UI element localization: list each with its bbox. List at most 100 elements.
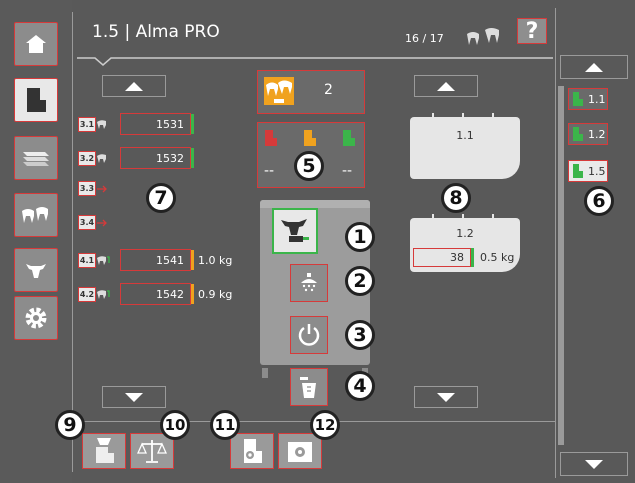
station-card[interactable]: 1.1 [410,113,520,179]
station-label: 1.1 [456,129,474,142]
cow-icon [97,256,110,265]
status-bar [191,114,194,134]
stalls-scroll-down[interactable] [102,386,166,408]
list-item[interactable]: 1.2 [568,123,608,145]
status-bar [191,250,194,270]
page-counter: 16 / 17 [405,32,444,45]
kg-feeder-icon [96,438,114,463]
station-ticks [410,113,520,118]
shower-icon [301,273,317,292]
help-button[interactable]: ? [517,18,547,44]
stack-button[interactable] [14,136,58,180]
stall-value: 1532 [120,147,191,169]
list-item[interactable]: 3.2 1532 [78,147,194,169]
feeder-button[interactable] [14,78,58,122]
shower-button[interactable] [290,264,328,302]
list-item-selected[interactable]: 1.5 [568,160,608,182]
callout-2: 2 [345,266,375,296]
list-item[interactable]: 3.4 [78,215,108,230]
stall-tag: 3.3 [78,181,96,196]
sidebar-divider [72,12,73,472]
cow-icon [97,154,106,163]
settings-button[interactable] [14,296,58,340]
feeding-count: 2 [324,82,333,98]
cow-button[interactable] [14,248,58,292]
list-scroll-down[interactable] [560,452,628,476]
stall-tag: 3.4 [78,215,96,230]
herd-button[interactable] [14,193,58,237]
machine-leg [262,368,268,378]
header-underline [77,57,553,66]
herd-feed-icon [264,77,294,105]
list-item[interactable]: 1.1 [568,88,608,110]
feeder-gear-icon [244,439,262,463]
feeding-mode-button[interactable] [272,208,318,254]
callout-5: 5 [294,151,324,181]
page-title: 1.5 | Alma PRO [92,22,220,42]
list-scrollbar[interactable] [558,86,564,445]
station-card[interactable]: 1.2 38 0.5 kg [410,214,520,272]
list-item[interactable]: 3.1 1531 [78,113,194,135]
callout-8: 8 [441,183,471,213]
callout-4: 4 [345,371,375,401]
status-dash-left: -- [264,163,275,179]
station-settings-button[interactable] [278,433,322,469]
feeder-red-icon [265,130,277,146]
stations-scroll-up[interactable] [414,75,478,97]
stall-tag: 3.1 [78,116,96,132]
callout-12: 12 [310,410,340,440]
status-bar [191,284,194,304]
list-item-label: 1.5 [588,164,606,178]
cow-icon [26,264,46,278]
callout-9: 9 [55,410,85,440]
measuring-cup-icon [300,377,316,398]
stations-scroll-down[interactable] [414,386,478,408]
list-item-label: 1.2 [588,127,606,141]
ration-amount: 0.5 kg [480,251,515,264]
feeder-icon [27,88,46,112]
stalls-scroll-up[interactable] [102,75,166,97]
station-gear-icon [288,442,312,462]
feeder-settings-button[interactable] [230,433,274,469]
list-item-label: 1.1 [588,92,606,106]
power-button[interactable] [290,316,328,354]
station-value: 38 [413,248,471,267]
cow-icon [97,120,106,129]
status-bar [471,248,474,267]
list-item[interactable]: 3.3 [78,181,108,196]
list-scroll-up[interactable] [560,55,628,79]
home-button[interactable] [14,22,58,66]
ration-amount: 0.9 kg [198,287,233,301]
herd-icon [22,207,48,223]
callout-1: 1 [345,222,375,252]
stall-tag: 3.2 [78,150,96,166]
cow-icon [97,290,110,299]
station-ticks [410,214,520,219]
arrow-in-icon [97,219,107,226]
status-bar [191,148,194,168]
feed-scale-button[interactable] [82,433,126,469]
arrow-in-icon [97,185,107,192]
power-icon [298,324,320,346]
status-dash-right: -- [342,163,353,179]
feeding-count-box[interactable]: 2 [257,70,365,114]
left-sidebar [0,0,72,483]
callout-11: 11 [210,410,240,440]
herd-small-icon [467,28,499,45]
feeder-green-icon [573,127,583,141]
station-label: 1.2 [456,227,474,240]
ration-amount: 1.0 kg [198,253,233,267]
calibration-button[interactable] [290,368,328,406]
list-item[interactable]: 4.2 1542 0.9 kg [78,283,232,305]
feeder-green-icon [343,130,355,146]
stall-value: 1531 [120,113,191,135]
feeder-orange-icon [304,130,316,146]
cow-feeder-icon [281,219,309,242]
gear-icon [25,307,47,329]
balance-icon [137,440,167,463]
stall-tag: 4.1 [78,252,96,268]
right-divider [555,8,556,478]
feeder-green-icon [573,164,583,178]
callout-6: 6 [584,186,614,216]
list-item[interactable]: 4.1 1541 1.0 kg [78,249,232,271]
